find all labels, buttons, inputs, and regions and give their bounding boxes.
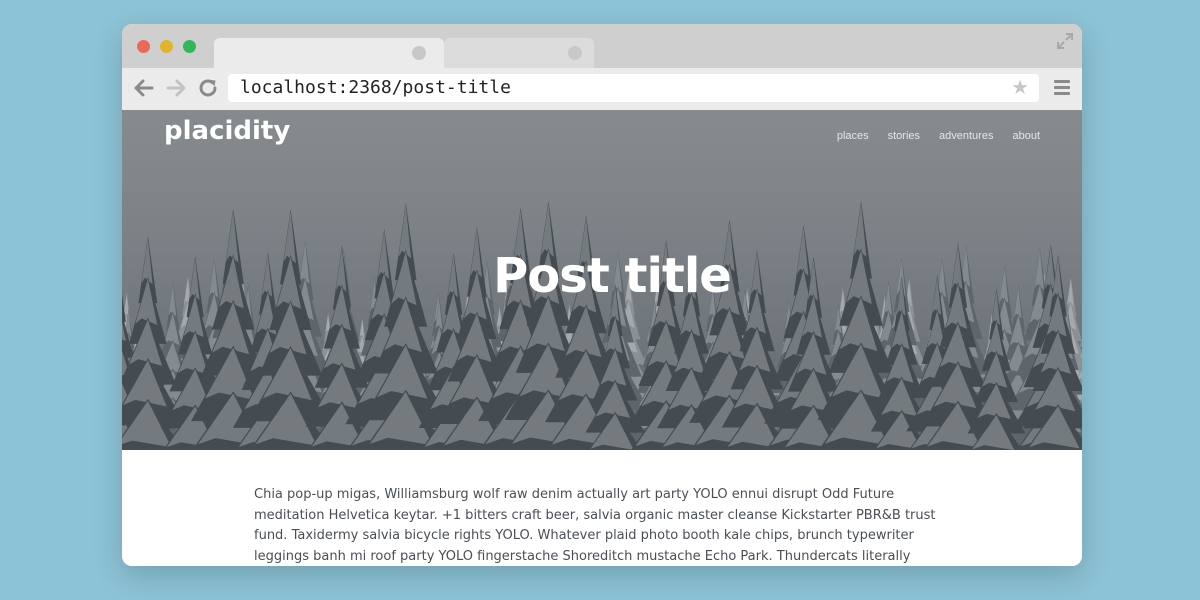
forward-arrow-icon[interactable] (164, 76, 188, 100)
browser-window: localhost:2368/post-title ★ placidity pl… (122, 24, 1082, 566)
nav-link-stories[interactable]: stories (888, 130, 920, 142)
minimize-window-button[interactable] (160, 40, 173, 53)
nav-link-adventures[interactable]: adventures (939, 130, 993, 142)
maximize-window-button[interactable] (183, 40, 196, 53)
url-text[interactable]: localhost:2368/post-title (240, 77, 511, 98)
tab-close-icon[interactable] (568, 46, 582, 60)
address-bar[interactable]: localhost:2368/post-title ★ (228, 74, 1039, 102)
post-body: Chia pop-up migas, Williamsburg wolf raw… (254, 487, 936, 564)
post-title: Post title (493, 248, 732, 304)
nav-link-about[interactable]: about (1012, 130, 1040, 142)
nav-link-places[interactable]: places (837, 130, 869, 142)
browser-toolbar: localhost:2368/post-title ★ (122, 68, 1082, 110)
reload-icon[interactable] (196, 76, 220, 100)
site-nav: places stories adventures about (837, 130, 1040, 142)
hero-banner: placidity places stories adventures abou… (122, 110, 1082, 450)
tab-active[interactable] (214, 38, 444, 68)
page-viewport: placidity places stories adventures abou… (122, 110, 1082, 566)
close-window-button[interactable] (137, 40, 150, 53)
tab-close-icon[interactable] (412, 46, 426, 60)
back-arrow-icon[interactable] (132, 76, 156, 100)
hamburger-menu-icon[interactable] (1054, 80, 1070, 98)
star-icon[interactable]: ★ (1011, 78, 1029, 98)
title-bar (122, 24, 1082, 68)
site-title[interactable]: placidity (164, 116, 290, 146)
tab-inactive[interactable] (444, 38, 594, 68)
expand-icon[interactable] (1056, 32, 1074, 50)
